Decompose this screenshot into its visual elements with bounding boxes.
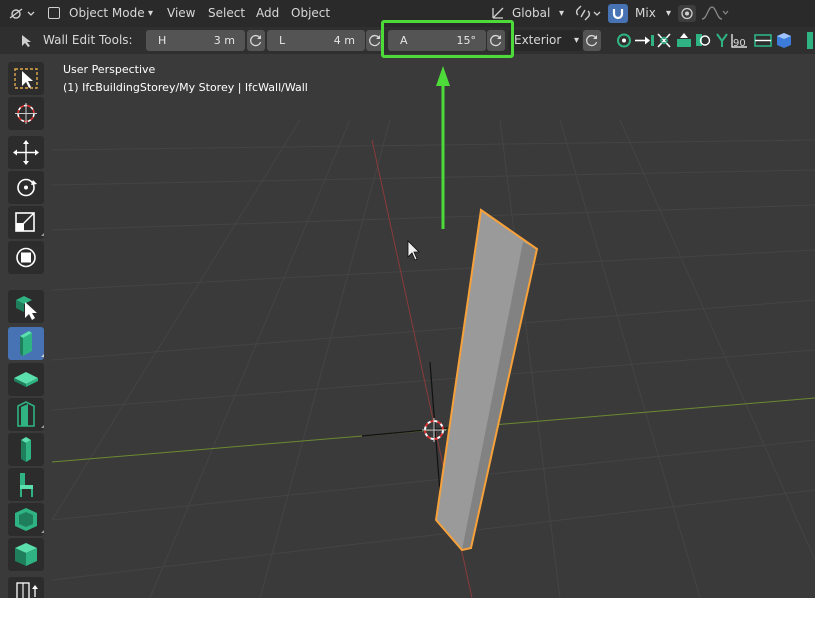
height-field[interactable]: H 3 m — [146, 30, 245, 51]
chevron-down-icon: ▾ — [665, 8, 671, 19]
object-mode-icon — [48, 7, 60, 19]
move-icon — [13, 140, 39, 165]
menu-view[interactable]: View — [167, 3, 195, 24]
wall-object[interactable] — [434, 208, 539, 552]
falloff-curve-icon[interactable] — [700, 5, 730, 22]
stair-tool-icon — [16, 582, 38, 598]
location-dropdown[interactable]: Exterior ▾ — [508, 30, 582, 51]
chevron-down-icon: ▾ — [558, 8, 564, 19]
stair-tool[interactable] — [8, 577, 44, 598]
recalculate-icon[interactable] — [716, 33, 728, 47]
floor-grid — [51, 119, 815, 598]
snap-icon[interactable] — [574, 4, 604, 23]
select-box-icon — [14, 68, 38, 89]
proportional-edit-icon[interactable] — [678, 5, 696, 22]
highlight-box — [381, 20, 514, 58]
cube-tool[interactable] — [8, 538, 44, 571]
merge-icon[interactable] — [657, 33, 671, 48]
scale-icon — [15, 212, 44, 236]
chevron-down-icon: ▾ — [147, 8, 153, 19]
magnet-snap-toggle[interactable] — [608, 4, 628, 23]
column-tool-icon — [21, 437, 31, 462]
transform-tool[interactable] — [8, 241, 44, 274]
mode-dropdown[interactable]: Object Mode ▾ — [44, 3, 156, 24]
transform-icon — [16, 247, 36, 268]
rotate-tool[interactable] — [8, 171, 44, 204]
highlight-arrow — [436, 66, 450, 229]
space-tool[interactable] — [8, 503, 44, 536]
furniture-tool-icon — [20, 473, 33, 497]
height-field-label: H — [158, 34, 167, 47]
ifc-explore-tool[interactable] — [8, 290, 44, 323]
mode-label: Object Mode — [69, 6, 145, 20]
door-tool-icon — [17, 401, 44, 428]
refresh-icon — [586, 34, 598, 47]
length-field-label: L — [279, 34, 286, 47]
flip-icon[interactable] — [677, 33, 691, 47]
menu-select[interactable]: Select — [208, 3, 245, 24]
extend-icon[interactable] — [635, 35, 654, 46]
shading-label: Mix — [635, 6, 656, 20]
refresh-icon — [250, 34, 262, 47]
selection-path: (1) IfcBuildingStorey/My Storey | IfcWal… — [63, 81, 308, 94]
ifc-explore-icon — [16, 296, 37, 320]
location-refresh-button[interactable] — [583, 30, 601, 51]
menu-add[interactable]: Add — [256, 3, 279, 24]
transform-orientation-icon — [492, 7, 504, 19]
slab-tool[interactable] — [8, 363, 44, 396]
blender-window: User Perspective (1) IfcBuildingStorey/M… — [0, 0, 815, 598]
move-tool[interactable] — [8, 136, 44, 169]
length-field-value: 4 m — [333, 34, 355, 47]
join-icon[interactable] — [617, 33, 631, 48]
wall-operations-strip: 90 — [614, 30, 815, 51]
3d-cursor-icon[interactable] — [422, 418, 446, 442]
tool-settings-title: Wall Edit Tools: — [43, 33, 133, 47]
select-box-tool[interactable] — [8, 62, 44, 95]
left-toolbar — [0, 54, 52, 598]
green-tab-icon[interactable] — [807, 32, 813, 49]
angle-90-icon[interactable]: 90 — [731, 34, 747, 49]
column-tool[interactable] — [8, 433, 44, 466]
length-field[interactable]: L 4 m — [267, 30, 365, 51]
split-icon[interactable] — [696, 34, 711, 46]
view-name: User Perspective — [63, 63, 156, 76]
space-tool-icon — [15, 508, 44, 533]
wall-tool[interactable] — [8, 327, 44, 360]
furniture-tool[interactable] — [8, 468, 44, 501]
editor-type-icon[interactable] — [6, 4, 38, 23]
height-field-value: 3 m — [213, 34, 235, 47]
select-tool-icon[interactable] — [20, 34, 34, 48]
menu-object[interactable]: Object — [291, 3, 330, 24]
height-refresh-button[interactable] — [247, 30, 265, 51]
chevron-down-icon: ▾ — [573, 35, 579, 46]
opening-icon[interactable] — [777, 33, 791, 48]
width-icon[interactable] — [754, 34, 772, 47]
cursor-tool[interactable] — [8, 97, 44, 130]
orientation-label: Global — [512, 6, 551, 20]
shading-dropdown[interactable]: Mix ▾ — [632, 3, 672, 24]
location-label: Exterior — [514, 33, 562, 47]
mouse-pointer-icon — [407, 240, 420, 261]
empty-vertical — [429, 361, 441, 494]
slab-tool-icon — [14, 372, 38, 387]
cursor-icon — [15, 103, 37, 124]
door-tool[interactable] — [8, 398, 44, 431]
scale-tool[interactable] — [8, 206, 44, 239]
rotate-icon — [17, 178, 37, 197]
wall-tool-icon — [20, 331, 44, 357]
cube-tool-icon — [15, 543, 37, 566]
